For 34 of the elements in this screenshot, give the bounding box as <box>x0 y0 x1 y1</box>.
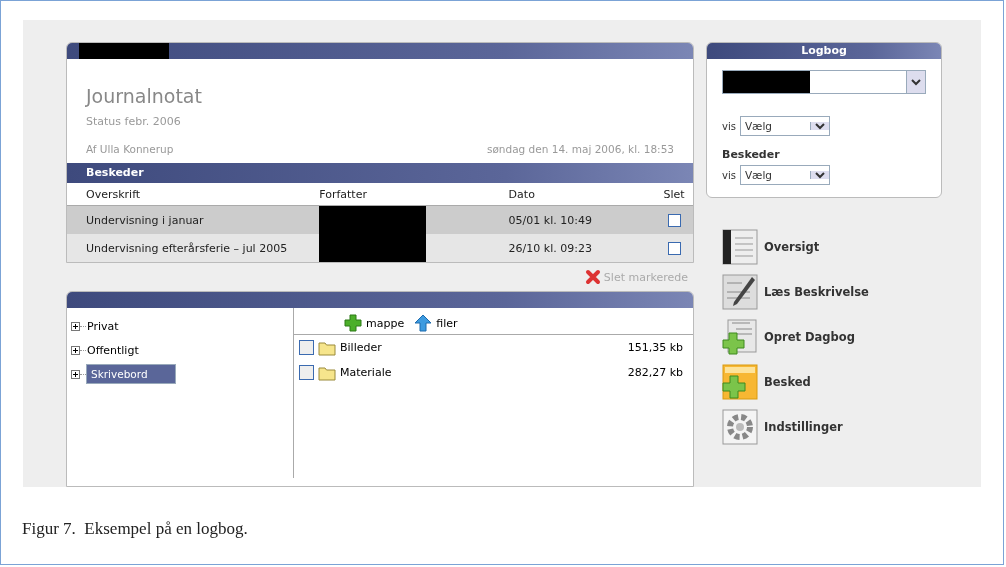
column-header: Dato <box>508 187 536 201</box>
nav-link[interactable]: Opret Dagbog <box>764 329 855 344</box>
figure-caption: Figur 7. Eksempel på en logbog. <box>22 519 248 539</box>
vis-label: vis <box>722 120 736 132</box>
nav-link[interactable]: Besked <box>764 374 811 389</box>
column-header: Slet <box>662 187 686 201</box>
author-text: Af Ulla Konnerup <box>86 143 174 155</box>
nav-link[interactable]: Oversigt <box>764 239 820 254</box>
file-size: 151,35 kb <box>627 341 683 354</box>
section-header: Beskeder <box>67 163 693 183</box>
column-header: Forfatter <box>319 186 368 203</box>
column-header: Overskrift <box>86 187 142 201</box>
journal-title: Journalnotat <box>86 85 203 107</box>
table-cell-text: 26/10 kl. 09:23 <box>508 241 593 255</box>
file-name[interactable]: Materiale <box>340 366 624 379</box>
table-cell-text: Undervisning i januar <box>86 213 205 227</box>
date-text: søndag den 14. maj 2006, kl. 18:53 <box>486 143 674 155</box>
tree-item[interactable]: Skrivebord <box>86 364 176 384</box>
file-size: 282,27 kb <box>627 366 683 379</box>
vis-label: vis <box>722 169 736 181</box>
table-cell-text: 05/01 kl. 10:49 <box>508 213 593 227</box>
table-cell-text: Undervisning efterårsferie – jul 2005 <box>86 241 289 255</box>
journal-subtitle: Status febr. 2006 <box>86 115 182 128</box>
logbook-title: Logbog <box>707 43 941 59</box>
tree-item[interactable]: Offentligt <box>86 343 140 357</box>
nav-link[interactable]: Indstillinger <box>764 419 843 434</box>
messages-heading: Beskeder <box>722 148 781 161</box>
upload-button[interactable]: filer <box>414 314 458 332</box>
file-name[interactable]: Billeder <box>340 341 624 354</box>
view-dropdown[interactable]: Vælg <box>739 165 830 185</box>
nav-link[interactable]: Læs Beskrivelse <box>764 284 869 299</box>
new-folder-button[interactable]: mappe <box>344 314 405 332</box>
tree-item[interactable]: Privat <box>86 319 120 333</box>
view-dropdown[interactable]: Vælg <box>739 116 830 136</box>
